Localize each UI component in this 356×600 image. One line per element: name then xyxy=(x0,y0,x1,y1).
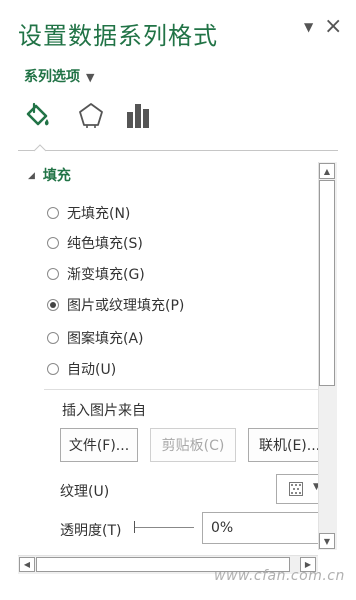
texture-picker[interactable]: ▼ xyxy=(276,474,324,504)
texture-swatch-icon xyxy=(289,482,303,496)
transparency-label: 透明度(T) xyxy=(60,523,122,539)
radio-label: 图案填充(A) xyxy=(67,331,144,347)
tab-selection-notch xyxy=(34,144,46,152)
fill-section-title: 填充 xyxy=(42,168,71,184)
radio-label: 渐变填充(G) xyxy=(67,267,145,283)
series-options-dropdown[interactable]: 系列选项 ▼ xyxy=(24,66,94,86)
watermark: www.cfan.com.cn xyxy=(214,568,345,584)
insert-picture-from-label: 插入图片来自 xyxy=(62,403,146,419)
radio-circle xyxy=(47,237,59,249)
radio-picture-texture-fill[interactable]: 图片或纹理填充(P) xyxy=(47,295,184,315)
series-options-label: 系列选项 xyxy=(24,69,80,85)
radio-automatic[interactable]: 自动(U) xyxy=(47,359,116,379)
radio-gradient-fill[interactable]: 渐变填充(G) xyxy=(47,264,145,284)
radio-label: 图片或纹理填充(P) xyxy=(67,298,185,314)
radio-label: 纯色填充(S) xyxy=(67,236,143,252)
close-icon[interactable]: × xyxy=(324,14,342,39)
radio-no-fill[interactable]: 无填充(N) xyxy=(47,203,130,223)
online-button[interactable]: 联机(E)... xyxy=(248,428,322,462)
radio-circle xyxy=(47,332,59,344)
tab-fill-line[interactable] xyxy=(22,100,52,130)
radio-label: 自动(U) xyxy=(67,362,117,378)
radio-circle xyxy=(47,268,59,280)
transparency-slider-thumb[interactable] xyxy=(134,521,135,533)
radio-pattern-fill[interactable]: 图案填充(A) xyxy=(47,328,144,348)
bar-chart-icon xyxy=(127,104,149,128)
tab-divider xyxy=(46,150,338,151)
scroll-up-icon[interactable]: ▲ xyxy=(319,163,335,179)
collapse-triangle-icon: ◢ xyxy=(28,171,35,181)
texture-label: 纹理(U) xyxy=(60,484,110,500)
pane-options-dropdown-icon[interactable]: ▼ xyxy=(304,20,313,34)
radio-circle-selected xyxy=(47,299,59,311)
file-button[interactable]: 文件(F)... xyxy=(60,428,138,462)
scroll-down-icon[interactable]: ▼ xyxy=(319,533,335,549)
vertical-scroll-thumb[interactable] xyxy=(319,180,335,386)
transparency-slider-track[interactable] xyxy=(134,527,194,528)
radio-circle xyxy=(47,207,59,219)
radio-label: 无填充(N) xyxy=(67,206,131,222)
tab-effects[interactable] xyxy=(76,100,106,130)
fill-section-header[interactable]: ◢ 填充 xyxy=(28,165,71,185)
paint-bucket-icon xyxy=(26,102,49,126)
radio-solid-fill[interactable]: 纯色填充(S) xyxy=(47,233,143,253)
clipboard-button[interactable]: 剪贴板(C) xyxy=(150,428,236,462)
transparency-input[interactable]: 0% xyxy=(202,512,326,544)
radio-circle xyxy=(47,363,59,375)
tab-series-options[interactable] xyxy=(124,100,154,130)
chevron-down-icon: ▼ xyxy=(86,71,95,84)
scroll-left-icon[interactable]: ◀ xyxy=(19,557,35,572)
pentagon-icon xyxy=(79,103,103,128)
section-divider xyxy=(44,389,318,390)
pane-title: 设置数据系列格式 xyxy=(18,22,218,50)
